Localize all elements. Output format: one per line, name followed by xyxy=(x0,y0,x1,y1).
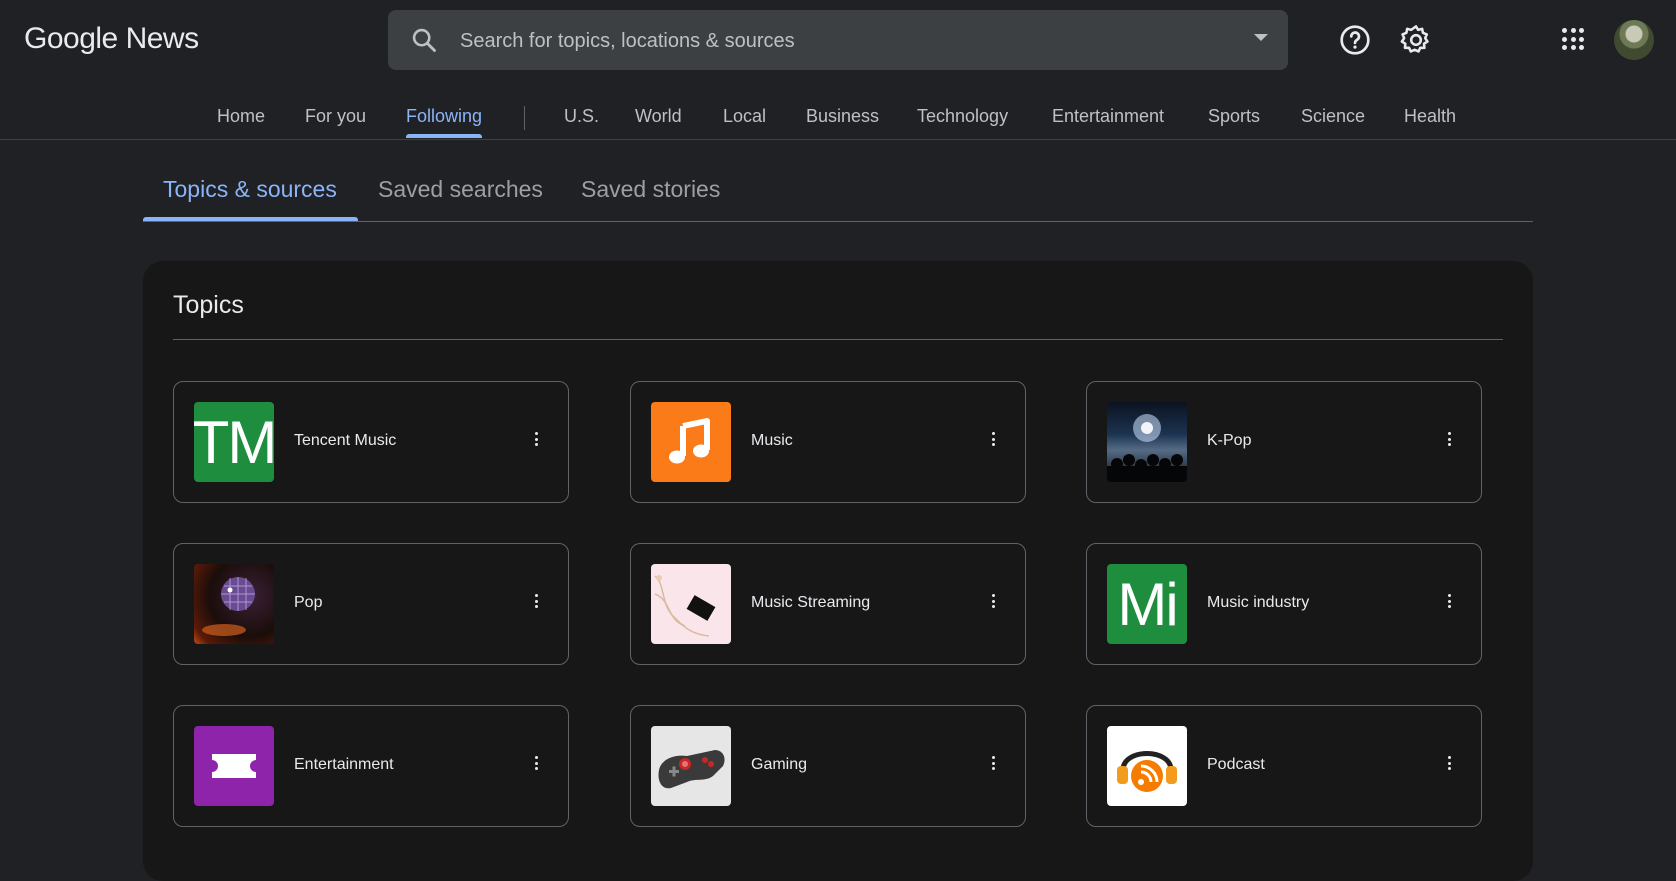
more-options-icon[interactable] xyxy=(1443,432,1455,452)
settings-icon[interactable] xyxy=(1400,24,1432,56)
gamepad-icon xyxy=(658,750,725,789)
help-icon[interactable] xyxy=(1339,24,1371,56)
topic-card[interactable]: Music xyxy=(630,381,1026,503)
dropdown-arrow-icon[interactable] xyxy=(1254,34,1268,41)
divider xyxy=(173,339,1503,340)
topic-name: Music xyxy=(751,432,793,449)
more-options-icon[interactable] xyxy=(987,594,999,614)
phone-earbuds-icon xyxy=(654,575,716,637)
tab-saved-searches[interactable]: Saved searches xyxy=(378,176,543,203)
nav-technology[interactable]: Technology xyxy=(917,106,1008,127)
nav-us[interactable]: U.S. xyxy=(564,106,599,127)
google-news-logo[interactable]: Google News xyxy=(24,22,199,56)
topic-name: K-Pop xyxy=(1207,432,1252,449)
nav-local[interactable]: Local xyxy=(723,106,766,127)
more-options-icon[interactable] xyxy=(987,756,999,776)
concert-photo-icon xyxy=(1107,414,1187,482)
nav-for-you[interactable]: For you xyxy=(305,106,366,127)
more-options-icon[interactable] xyxy=(530,594,542,614)
nav-home[interactable]: Home xyxy=(217,106,265,127)
nav-health[interactable]: Health xyxy=(1404,106,1456,127)
section-nav: Home For you Following U.S. World Local … xyxy=(0,98,1676,140)
more-options-icon[interactable] xyxy=(1443,594,1455,614)
more-options-icon[interactable] xyxy=(987,432,999,452)
topic-card[interactable]: TM Tencent Music xyxy=(173,381,569,503)
nav-business[interactable]: Business xyxy=(806,106,879,127)
nav-entertainment[interactable]: Entertainment xyxy=(1052,106,1164,127)
search-icon[interactable] xyxy=(410,26,438,54)
thumbnail-letters: Mi xyxy=(1117,570,1178,638)
k-pop-thumbnail xyxy=(1107,402,1187,482)
topic-name: Tencent Music xyxy=(294,432,397,449)
account-avatar[interactable] xyxy=(1614,20,1654,60)
topic-card[interactable]: Podcast xyxy=(1086,705,1482,827)
gaming-thumbnail xyxy=(651,726,731,806)
topic-card[interactable]: K-Pop xyxy=(1086,381,1482,503)
tencent-music-thumbnail: TM xyxy=(194,402,274,482)
apps-grid-icon[interactable] xyxy=(1562,28,1584,50)
entertainment-thumbnail xyxy=(194,726,274,806)
topic-card[interactable]: Pop xyxy=(173,543,569,665)
topic-name: Gaming xyxy=(751,756,808,773)
nav-active-indicator xyxy=(406,134,482,138)
more-options-icon[interactable] xyxy=(1443,756,1455,776)
topic-card[interactable]: Gaming xyxy=(630,705,1026,827)
topics-panel: Topics TM Tencent Music Music K-Pop Pop … xyxy=(143,261,1533,881)
nav-following[interactable]: Following xyxy=(406,106,482,127)
thumbnail-letters: TM xyxy=(194,408,274,476)
nav-science[interactable]: Science xyxy=(1301,106,1365,127)
following-subtabs: Topics & sources Saved searches Saved st… xyxy=(143,164,1533,222)
music-industry-thumbnail: Mi xyxy=(1107,564,1187,644)
disco-ball-icon xyxy=(202,577,255,636)
search-bar[interactable] xyxy=(388,10,1288,72)
music-thumbnail xyxy=(651,402,731,482)
tab-topics-sources[interactable]: Topics & sources xyxy=(163,176,337,203)
nav-sports[interactable]: Sports xyxy=(1208,106,1260,127)
nav-divider xyxy=(524,106,525,130)
panel-title: Topics xyxy=(173,291,244,319)
topic-card[interactable]: Entertainment xyxy=(173,705,569,827)
music-note-icon xyxy=(669,418,710,464)
topic-card[interactable]: Mi Music industry xyxy=(1086,543,1482,665)
podcast-thumbnail xyxy=(1107,726,1187,806)
nav-world[interactable]: World xyxy=(635,106,682,127)
topic-name: Pop xyxy=(294,594,323,611)
more-options-icon[interactable] xyxy=(530,756,542,776)
more-options-icon[interactable] xyxy=(530,432,542,452)
topic-name: Podcast xyxy=(1207,756,1265,773)
music-streaming-thumbnail xyxy=(651,564,731,644)
podcast-icon xyxy=(1117,751,1177,792)
topic-name: Music Streaming xyxy=(751,594,871,611)
tab-active-indicator xyxy=(143,217,358,221)
topic-name: Music industry xyxy=(1207,594,1310,611)
search-input[interactable] xyxy=(458,10,1222,72)
pop-thumbnail xyxy=(194,564,274,644)
ticket-icon xyxy=(212,754,256,778)
topic-card[interactable]: Music Streaming xyxy=(630,543,1026,665)
tab-saved-stories[interactable]: Saved stories xyxy=(581,176,720,203)
top-header: Google News Home For you Following U.S. … xyxy=(0,0,1676,140)
topic-name: Entertainment xyxy=(294,756,394,773)
